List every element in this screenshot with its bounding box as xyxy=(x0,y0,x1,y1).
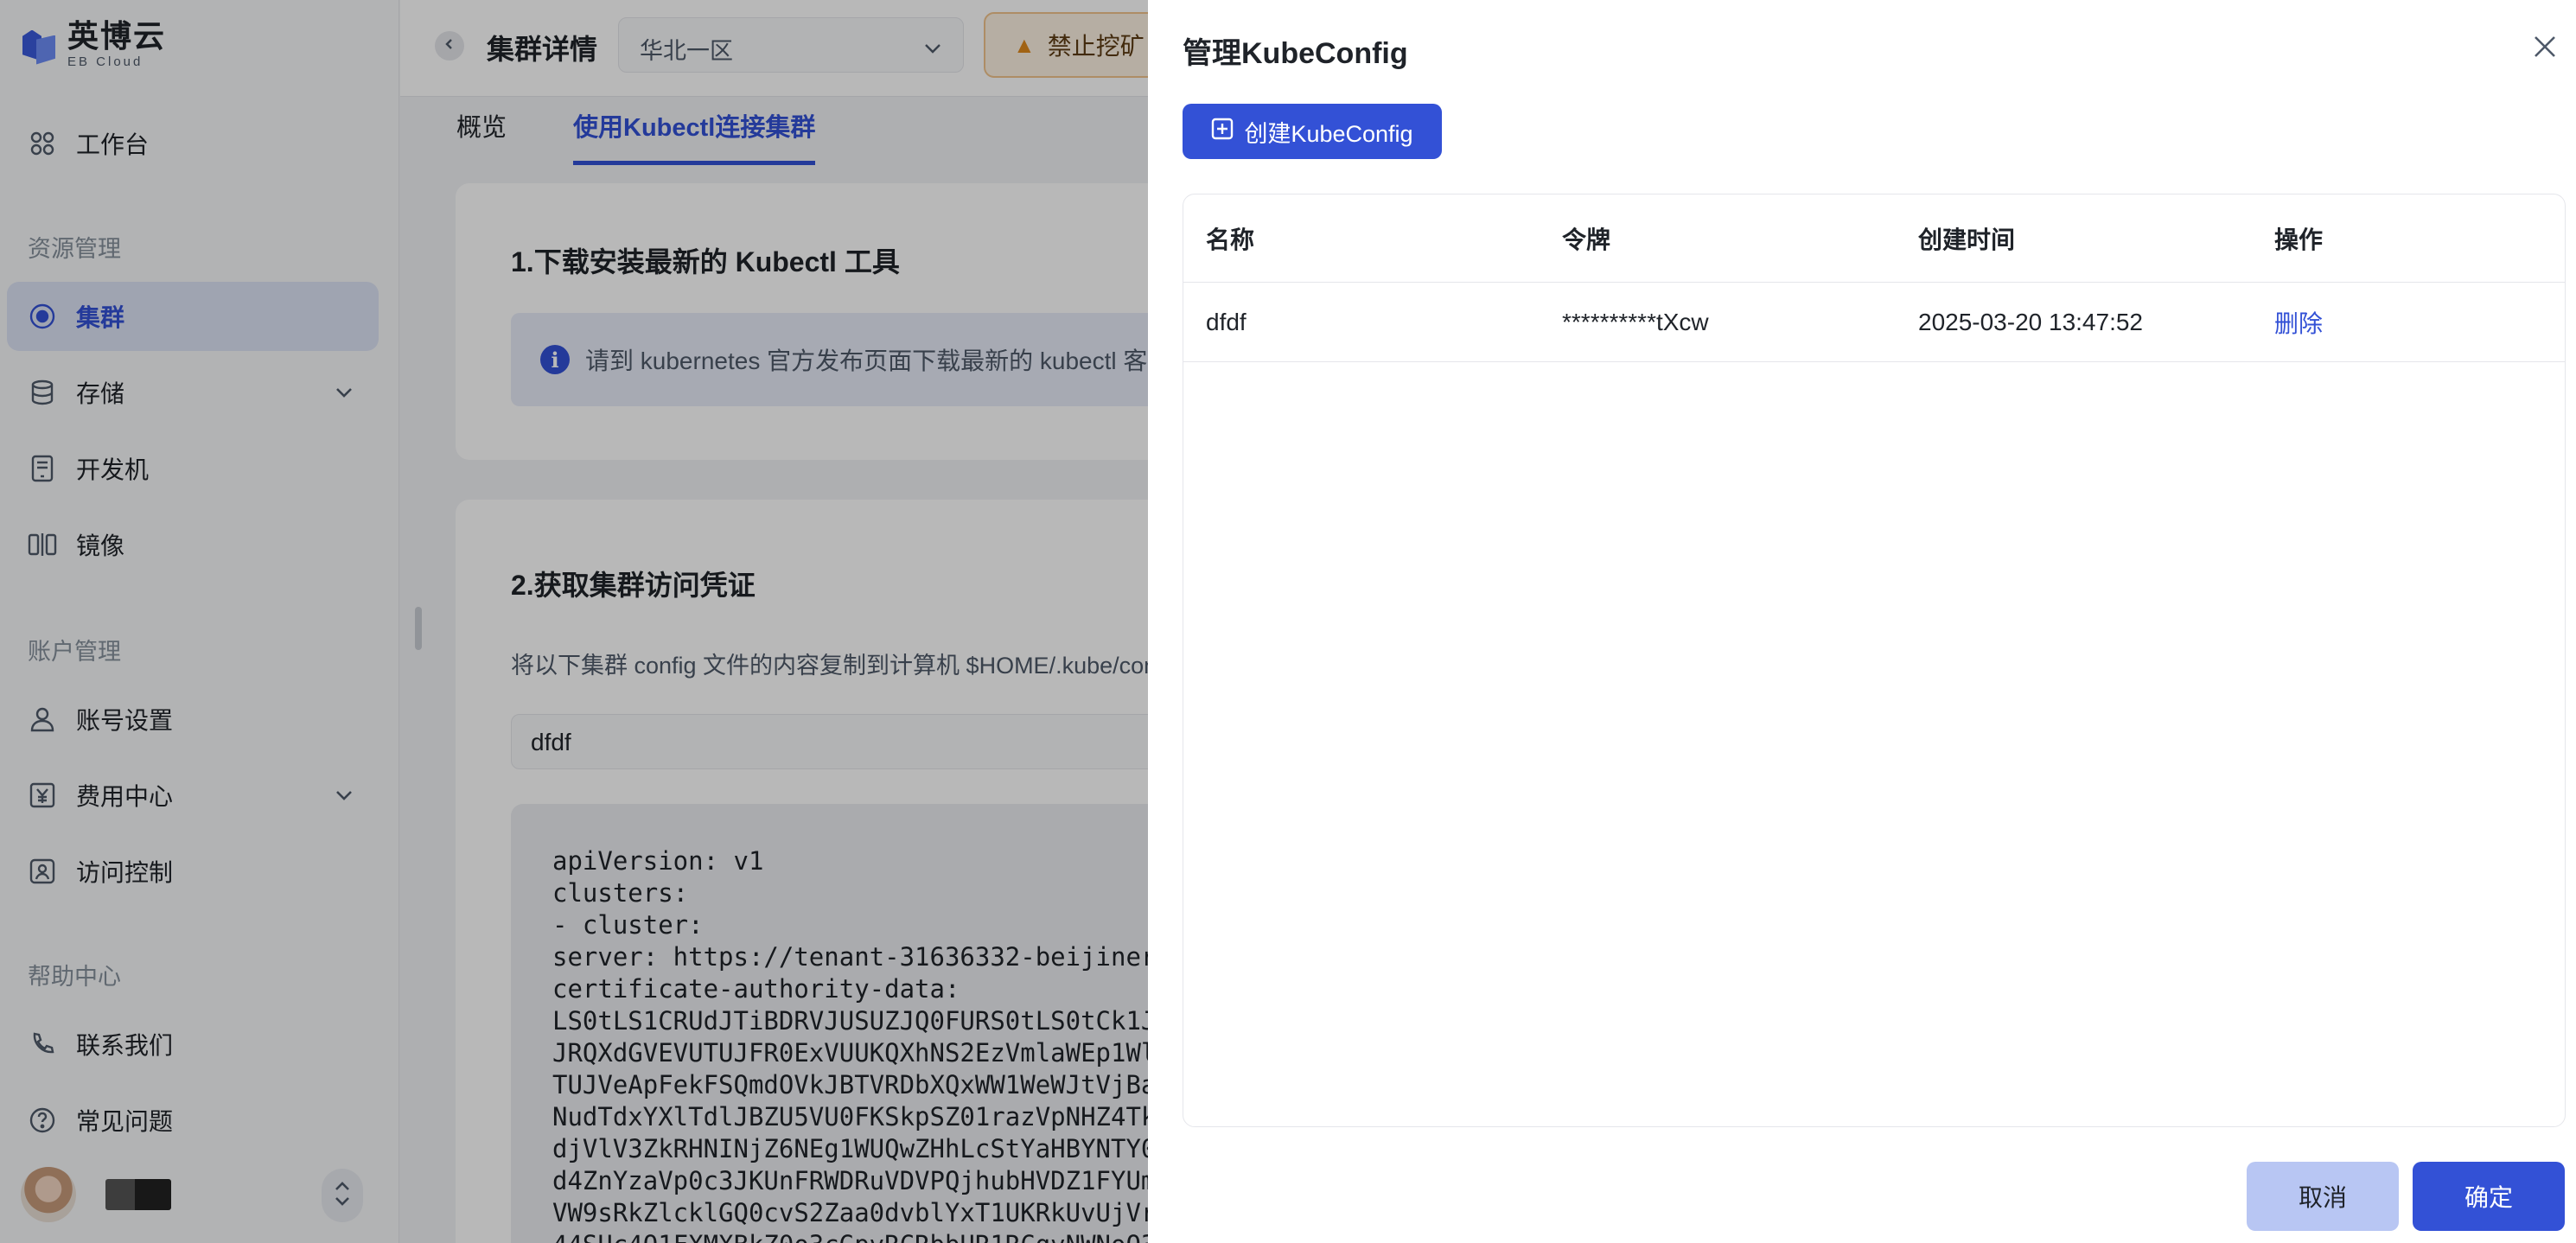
row-token: **********tXcw xyxy=(1562,308,1709,335)
kubeconfig-table: 名称 令牌 创建时间 操作 dfdf **********tXcw 2025-0… xyxy=(1183,194,2566,1127)
modal-mask[interactable] xyxy=(0,0,1148,1243)
column-header-created: 创建时间 xyxy=(1918,226,2016,253)
confirm-button[interactable]: 确定 xyxy=(2413,1162,2565,1231)
plus-square-icon xyxy=(1211,118,1234,146)
kubeconfig-drawer: 管理KubeConfig 创建KubeConfig 名称 令牌 创建时间 操作 … xyxy=(1148,0,2576,1243)
table-row: dfdf **********tXcw 2025-03-20 13:47:52 … xyxy=(1183,283,2565,362)
column-header-action: 操作 xyxy=(2274,226,2324,253)
row-created-time: 2025-03-20 13:47:52 xyxy=(1918,308,2143,335)
delete-link[interactable]: 删除 xyxy=(2274,310,2323,337)
drawer-title: 管理KubeConfig xyxy=(1183,37,1408,70)
column-header-token: 令牌 xyxy=(1562,226,1611,253)
create-kubeconfig-button[interactable]: 创建KubeConfig xyxy=(1183,104,1442,159)
close-button[interactable] xyxy=(2528,31,2562,66)
row-name: dfdf xyxy=(1206,308,1247,335)
column-header-name: 名称 xyxy=(1206,226,1255,253)
table-header: 名称 令牌 创建时间 操作 xyxy=(1183,194,2565,283)
create-kubeconfig-label: 创建KubeConfig xyxy=(1244,120,1413,147)
cancel-button[interactable]: 取消 xyxy=(2247,1162,2399,1231)
close-icon xyxy=(2532,34,2558,64)
